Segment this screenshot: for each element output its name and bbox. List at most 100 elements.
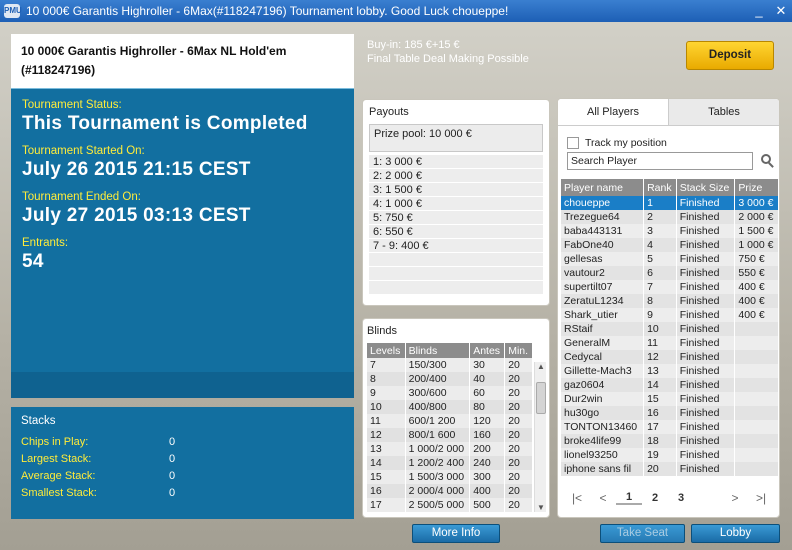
- rank: 12: [643, 350, 677, 364]
- table-row[interactable]: iphone sans fil 20 Finished: [561, 462, 779, 476]
- minutes-cell: 20: [504, 372, 533, 386]
- stack-size: Finished: [676, 196, 736, 210]
- stack-row: Smallest Stack: 0: [21, 484, 344, 501]
- first-page-button[interactable]: |<: [564, 491, 590, 505]
- table-row[interactable]: Dur2win 15 Finished: [561, 392, 779, 406]
- antes-cell: 120: [469, 414, 506, 428]
- column-header-prize[interactable]: Prize: [734, 179, 779, 196]
- rank: 8: [643, 294, 677, 308]
- table-row[interactable]: Cedycal 12 Finished: [561, 350, 779, 364]
- table-row[interactable]: baba443131 3 Finished 1 500 €: [561, 224, 779, 238]
- prize: [734, 462, 779, 476]
- blinds-panel: Blinds Levels Blinds Antes Min. 7 150/300…: [362, 318, 550, 518]
- table-row[interactable]: ZeratuL1234 8 Finished 400 €: [561, 294, 779, 308]
- players-table: Player name Rank Stack Size Prize chouep…: [561, 179, 779, 476]
- table-row[interactable]: RStaif 10 Finished: [561, 322, 779, 336]
- payout-item: 4: 1 000 €: [369, 197, 543, 211]
- minimize-button[interactable]: _: [748, 2, 770, 20]
- scroll-thumb[interactable]: [536, 382, 546, 414]
- player-name: vautour2: [561, 266, 645, 280]
- payout-item-empty: [369, 267, 543, 281]
- column-header: Blinds: [405, 343, 471, 358]
- stack-size: Finished: [676, 364, 736, 378]
- stack-size: Finished: [676, 210, 736, 224]
- status-label: Tournament Status:: [22, 99, 122, 111]
- table-row: 13 1 000/2 000 200 20: [367, 442, 533, 456]
- tab-all-players[interactable]: All Players: [558, 99, 668, 125]
- table-row[interactable]: Trezegue64 2 Finished 2 000 €: [561, 210, 779, 224]
- payout-item-empty: [369, 281, 543, 295]
- prize: 2 000 €: [734, 210, 779, 224]
- table-row[interactable]: lionel93250 19 Finished: [561, 448, 779, 462]
- table-row[interactable]: GeneralM 11 Finished: [561, 336, 779, 350]
- blinds-cell: 1 200/2 400: [405, 456, 471, 470]
- payouts-title: Payouts: [369, 106, 409, 118]
- column-header-rank[interactable]: Rank: [643, 179, 677, 196]
- stack-size: Finished: [676, 448, 736, 462]
- table-row[interactable]: FabOne40 4 Finished 1 000 €: [561, 238, 779, 252]
- scroll-down-icon[interactable]: ▼: [535, 503, 547, 512]
- page-button-1[interactable]: 1: [616, 491, 642, 505]
- player-name: broke4life99: [561, 434, 645, 448]
- payout-item: 6: 550 €: [369, 225, 543, 239]
- prize: [734, 406, 779, 420]
- track-position-checkbox[interactable]: [567, 137, 579, 149]
- stacks-panel: Stacks Chips in Play: 0 Largest Stack: 0…: [11, 407, 354, 519]
- table-row[interactable]: supertilt07 7 Finished 400 €: [561, 280, 779, 294]
- next-page-button[interactable]: >: [722, 491, 748, 505]
- rank: 14: [643, 378, 677, 392]
- level-cell: 7: [367, 358, 406, 372]
- player-name: ZeratuL1234: [561, 294, 645, 308]
- prize: 1 000 €: [734, 238, 779, 252]
- last-page-button[interactable]: >|: [748, 491, 774, 505]
- page-button-2[interactable]: 2: [642, 492, 668, 504]
- more-info-button[interactable]: More Info: [412, 524, 500, 543]
- scroll-up-icon[interactable]: ▲: [535, 362, 547, 371]
- table-row[interactable]: vautour2 6 Finished 550 €: [561, 266, 779, 280]
- player-name: gellesas: [561, 252, 645, 266]
- stack-size: Finished: [676, 224, 736, 238]
- table-row[interactable]: broke4life99 18 Finished: [561, 434, 779, 448]
- lobby-button[interactable]: Lobby: [691, 524, 780, 543]
- table-row[interactable]: TONTON13460 17 Finished: [561, 420, 779, 434]
- table-row[interactable]: Shark_utier 9 Finished 400 €: [561, 308, 779, 322]
- blinds-cell: 200/400: [405, 372, 471, 386]
- table-row[interactable]: hu30go 16 Finished: [561, 406, 779, 420]
- stack-size: Finished: [676, 280, 736, 294]
- table-row[interactable]: gaz0604 14 Finished: [561, 378, 779, 392]
- search-player-input[interactable]: [567, 152, 753, 170]
- panel-footer: [11, 372, 354, 398]
- column-header-stack-size[interactable]: Stack Size: [676, 179, 736, 196]
- prize: [734, 364, 779, 378]
- take-seat-button[interactable]: Take Seat: [600, 524, 685, 543]
- page-button-3[interactable]: 3: [668, 492, 694, 504]
- table-row: 16 2 000/4 000 400 20: [367, 484, 533, 498]
- prev-page-button[interactable]: <: [590, 491, 616, 505]
- column-header-player-name[interactable]: Player name: [561, 179, 645, 196]
- table-row[interactable]: Gillette-Mach3 13 Finished: [561, 364, 779, 378]
- deposit-button[interactable]: Deposit: [686, 41, 774, 70]
- title-bar: PMU 10 000€ Garantis Highroller - 6Max(#…: [0, 0, 792, 22]
- blinds-cell: 1 000/2 000: [405, 442, 471, 456]
- tab-tables[interactable]: Tables: [668, 99, 779, 125]
- table-row-selected[interactable]: choueppe 1 Finished 3 000 €: [561, 196, 779, 210]
- player-name: lionel93250: [561, 448, 645, 462]
- close-button[interactable]: ✕: [770, 2, 792, 20]
- blinds-cell: 600/1 200: [405, 414, 471, 428]
- player-name: Shark_utier: [561, 308, 645, 322]
- stack-row: Average Stack: 0: [21, 467, 344, 484]
- player-name: RStaif: [561, 322, 645, 336]
- level-cell: 10: [367, 400, 406, 414]
- blinds-table: Levels Blinds Antes Min. 7 150/300 30 20 82…: [367, 343, 533, 512]
- player-name: hu30go: [561, 406, 645, 420]
- prize: 550 €: [734, 266, 779, 280]
- level-cell: 14: [367, 456, 406, 470]
- payout-item-empty: [369, 253, 543, 267]
- blinds-cell: 2 500/5 000: [405, 498, 471, 512]
- player-name: baba443131: [561, 224, 645, 238]
- payout-item: 5: 750 €: [369, 211, 543, 225]
- search-icon[interactable]: [761, 154, 775, 168]
- stack-size: Finished: [676, 392, 736, 406]
- blinds-scrollbar[interactable]: ▲ ▼: [534, 362, 546, 512]
- table-row[interactable]: gellesas 5 Finished 750 €: [561, 252, 779, 266]
